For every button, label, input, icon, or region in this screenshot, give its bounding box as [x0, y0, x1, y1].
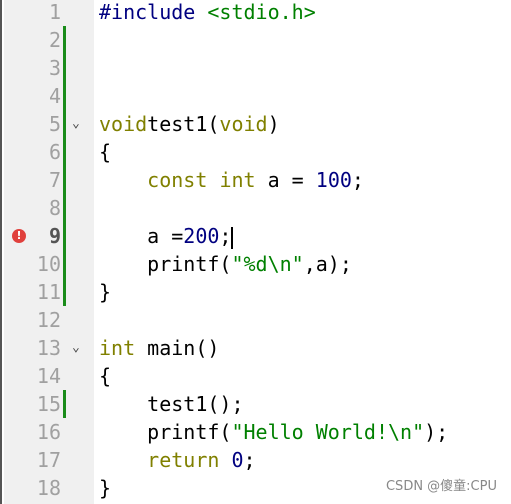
code-line[interactable]: 3: [2, 54, 511, 82]
code-token: void: [219, 112, 268, 136]
change-bar: [63, 110, 66, 138]
code-text: {: [99, 138, 111, 166]
text-caret: [231, 226, 234, 249]
line-number: 17: [36, 448, 61, 472]
line-number: 15: [36, 392, 61, 416]
line-number: 8: [48, 196, 61, 220]
line-number: 4: [48, 84, 61, 108]
code-text: int main(): [99, 334, 219, 362]
code-text: }: [99, 474, 111, 502]
code-text: test1();: [99, 390, 244, 418]
change-bar: [63, 278, 66, 306]
code-token: 200: [183, 224, 220, 248]
code-line[interactable]: 1 #include <stdio.h>: [2, 0, 511, 26]
change-bar: [63, 194, 66, 222]
code-token: {: [99, 140, 112, 164]
code-token: 0: [231, 448, 244, 472]
code-text: a =200;: [99, 222, 234, 250]
chevron-down-icon[interactable]: ⌄: [72, 334, 80, 362]
watermark: CSDN @傻童:CPU: [385, 479, 497, 494]
line-number: 10: [36, 252, 61, 276]
code-text: {: [99, 362, 111, 390]
code-token: <stdio.h>: [207, 0, 316, 24]
code-line[interactable]: 4: [2, 82, 511, 110]
code-line[interactable]: 11}: [2, 278, 511, 306]
code-token: "%d\n": [231, 252, 304, 276]
line-number: 5: [48, 112, 61, 136]
code-text: printf("Hello World!\n");: [99, 418, 448, 446]
code-token: "Hello World!\n": [231, 420, 425, 444]
change-bar: [63, 138, 66, 166]
code-token: test1(: [147, 112, 220, 136]
code-token: test1();: [99, 392, 244, 416]
line-number: 6: [48, 140, 61, 164]
editor[interactable]: 1 #include <stdio.h> 2 3 4 5 ⌄ voidtest1(void) 6…: [0, 0, 511, 504]
code-token: ;: [219, 224, 232, 248]
code-line[interactable]: 9! a =200;: [2, 222, 511, 250]
line-number: 7: [48, 168, 61, 192]
line-number: 11: [36, 280, 61, 304]
code-token: ;: [243, 448, 256, 472]
code-line[interactable]: 2: [2, 26, 511, 54]
line-number: 16: [36, 420, 61, 444]
chevron-down-icon[interactable]: ⌄: [72, 110, 80, 138]
line-number: 2: [48, 28, 61, 52]
code-token: );: [424, 420, 449, 444]
code-text: const int a = 100;: [99, 166, 364, 194]
code-token: return: [147, 448, 220, 472]
change-bar: [63, 166, 66, 194]
code-token: printf(: [99, 252, 232, 276]
code-token: a =: [255, 168, 316, 192]
change-bar: [63, 54, 66, 82]
line-number: 12: [36, 308, 61, 332]
error-icon[interactable]: !: [12, 229, 26, 243]
change-bar: [63, 250, 66, 278]
line-number: 18: [36, 476, 61, 500]
code-line[interactable]: 14 {: [2, 362, 511, 390]
code-line[interactable]: 17 return 0;: [2, 446, 511, 474]
line-number: 14: [36, 364, 61, 388]
code-line[interactable]: 15 test1();: [2, 390, 511, 418]
code-text: voidtest1(void): [99, 110, 280, 138]
code-line[interactable]: 5 ⌄ voidtest1(void): [2, 110, 511, 138]
code-text: return 0;: [99, 446, 256, 474]
change-bar: [63, 82, 66, 110]
code-token: a =: [99, 224, 184, 248]
code-line[interactable]: 13 ⌄ int main(): [2, 334, 511, 362]
code-token: ;: [351, 168, 364, 192]
code-token: #include: [99, 0, 208, 24]
code-text: printf("%d\n",a);: [99, 250, 352, 278]
code-line[interactable]: 12: [2, 306, 511, 334]
code-line[interactable]: 6{: [2, 138, 511, 166]
code-token: int: [99, 336, 136, 360]
code-token: 100: [315, 168, 352, 192]
line-number: 3: [48, 56, 61, 80]
code-text: #include <stdio.h>: [99, 0, 316, 26]
code-token: const: [147, 168, 208, 192]
change-bar: [63, 222, 66, 250]
code-token: printf(: [99, 420, 232, 444]
code-token: ,a);: [303, 252, 352, 276]
code-token: ): [267, 112, 280, 136]
code-line[interactable]: 8: [2, 194, 511, 222]
code-text: }: [99, 278, 111, 306]
code-line[interactable]: 16 printf("Hello World!\n");: [2, 418, 511, 446]
code-token: {: [99, 364, 112, 388]
code-token: void: [99, 112, 148, 136]
change-bar: [63, 390, 66, 418]
code-line[interactable]: 7 const int a = 100;: [2, 166, 511, 194]
code-token: }: [99, 280, 112, 304]
code-token: }: [99, 476, 112, 500]
change-bar: [63, 26, 66, 54]
line-number: 1: [48, 0, 61, 24]
line-number: 13: [36, 336, 61, 360]
code-token: int: [219, 168, 256, 192]
code-token: main(): [135, 336, 220, 360]
code-line[interactable]: 10 printf("%d\n",a);: [2, 250, 511, 278]
